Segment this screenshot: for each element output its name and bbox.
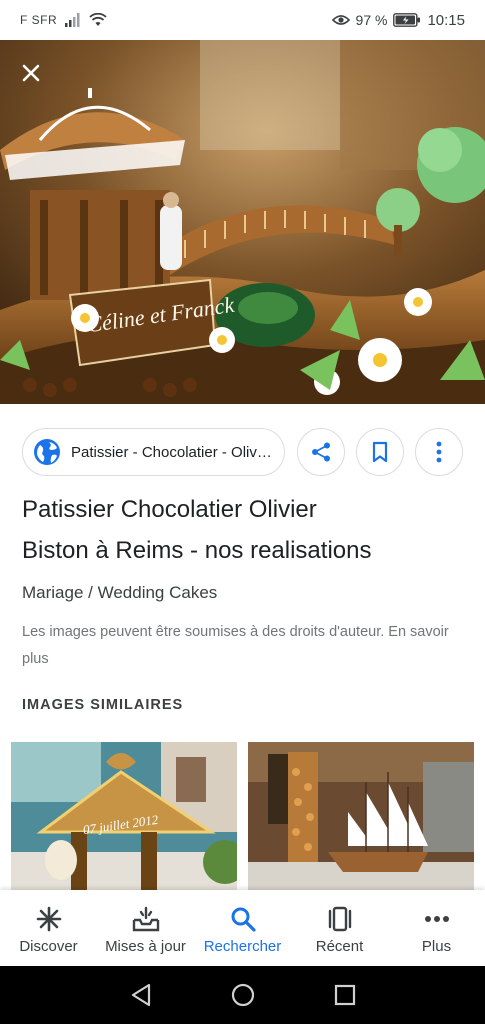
more-vert-icon: [436, 441, 442, 463]
nav-label: Discover: [19, 938, 78, 955]
nav-label: Rechercher: [203, 938, 282, 955]
bookmark-icon: [372, 441, 388, 463]
share-button[interactable]: [297, 428, 345, 476]
search-icon: [231, 907, 256, 932]
wedding-cake-photo: Céline et Franck: [0, 40, 485, 404]
title-line-2: Biston à Reims - nos realisations: [22, 537, 372, 564]
bottom-navigation: Discover Mises à jour Rechercher Récent …: [0, 890, 485, 966]
nav-more[interactable]: Plus: [388, 890, 485, 966]
home-icon[interactable]: [231, 983, 255, 1007]
nav-recent[interactable]: Récent: [291, 890, 388, 966]
updates-tray-icon: [132, 906, 159, 932]
nav-discover[interactable]: Discover: [0, 890, 97, 966]
asterisk-icon: [36, 906, 61, 932]
share-icon: [312, 442, 330, 462]
globe-icon: [34, 439, 60, 465]
similar-image-thumbnail[interactable]: 07 juillet 2012: [11, 742, 237, 890]
nav-label: Mises à jour: [105, 938, 186, 955]
back-icon[interactable]: [130, 983, 152, 1007]
similar-images-heading: IMAGES SIMILAIRES: [22, 697, 184, 713]
signal-icon: [65, 13, 80, 27]
recent-cards-icon: [328, 906, 351, 932]
more-horiz-icon: [424, 916, 449, 922]
gingerbread-ship-photo: [248, 742, 474, 890]
action-row: Patissier - Chocolatier - Olivier Biston…: [22, 428, 463, 476]
eye-icon: [331, 15, 350, 25]
system-navigation-bar: [0, 966, 485, 1024]
clock: 10:15: [427, 11, 465, 29]
gingerbread-house-photo: 07 juillet 2012: [11, 742, 237, 890]
similar-image-thumbnail[interactable]: [248, 742, 474, 890]
nav-search[interactable]: Rechercher: [194, 890, 291, 966]
close-icon: [22, 64, 40, 82]
source-label: Patissier - Chocolatier - Olivier Biston…: [71, 443, 272, 461]
more-options-button[interactable]: [415, 428, 463, 476]
image-preview[interactable]: Céline et Franck: [0, 40, 485, 404]
nav-updates[interactable]: Mises à jour: [97, 890, 194, 966]
overview-icon[interactable]: [334, 984, 356, 1006]
status-bar: F SFR 97 % 10:15: [0, 0, 485, 40]
result-subtitle: Mariage / Wedding Cakes: [22, 583, 218, 602]
status-right: 97 % 10:15: [331, 11, 465, 29]
close-button[interactable]: [14, 56, 48, 90]
battery-icon: [393, 13, 421, 27]
copyright-notice[interactable]: Les images peuvent être soumises à des d…: [22, 619, 462, 673]
nav-label: Récent: [315, 938, 364, 955]
nav-label: Plus: [421, 938, 452, 955]
title-line-1: Patissier Chocolatier Olivier: [22, 496, 317, 523]
carrier-name: F SFR: [20, 13, 58, 27]
wifi-icon: [89, 13, 107, 26]
status-left: F SFR: [20, 13, 107, 27]
visit-source-chip[interactable]: Patissier - Chocolatier - Olivier Biston…: [22, 428, 285, 476]
save-button[interactable]: [356, 428, 404, 476]
battery-percent: 97 %: [355, 12, 388, 28]
result-title[interactable]: Patissier Chocolatier Olivier Biston à R…: [22, 489, 462, 571]
